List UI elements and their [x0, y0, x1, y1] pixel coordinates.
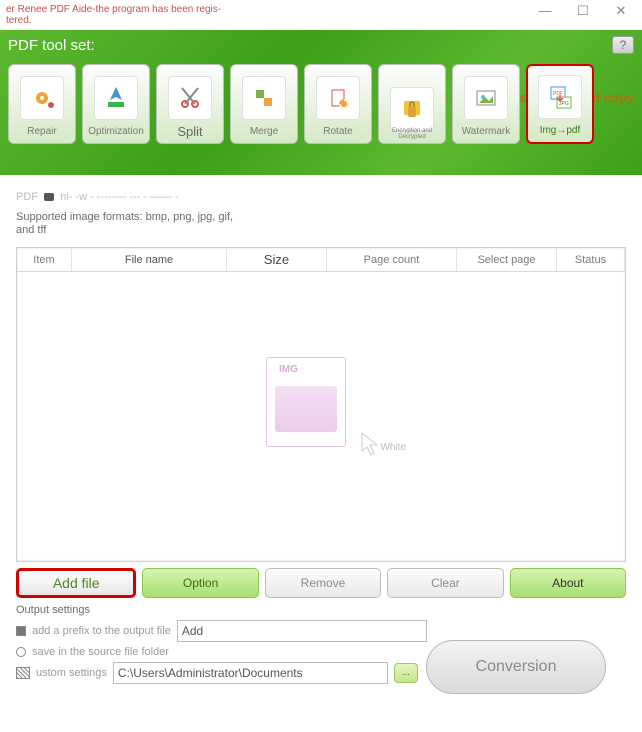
prefix-radio[interactable] [16, 626, 26, 636]
save-source-radio[interactable] [16, 647, 26, 657]
scissors-icon [168, 76, 212, 120]
tool-label: Split [177, 126, 202, 137]
col-selectpage[interactable]: Select page [457, 248, 557, 271]
tool-optimization[interactable]: Optimization [82, 64, 150, 144]
save-source-label: save in the source file folder [32, 646, 169, 658]
tool-label: Rotate [323, 126, 352, 137]
window-title: er Renee PDF Aide-the program has been r… [6, 4, 236, 26]
col-filename[interactable]: File name [72, 248, 227, 271]
tool-watermark[interactable]: Watermark [452, 64, 520, 144]
lock-icon [390, 87, 434, 131]
tool-label: Watermark [462, 126, 511, 137]
prefix-input[interactable] [177, 620, 427, 642]
custom-radio[interactable] [16, 667, 30, 679]
tool-label: Repair [27, 126, 56, 137]
custom-settings-label: ustom settings [36, 667, 107, 679]
tool-label: Merge [250, 126, 278, 137]
drop-zone[interactable]: IMG White [17, 272, 625, 532]
remove-button[interactable]: Remove [265, 568, 381, 598]
tool-lock[interactable]: Encryption and Decrypted [378, 64, 446, 144]
tool-repair[interactable]: Repair [8, 64, 76, 144]
tool-img→pdf[interactable]: PDF JPG Img→pdf [526, 64, 594, 144]
maximize-button[interactable]: ☐ [576, 4, 590, 18]
tool-split[interactable]: Split [156, 64, 224, 144]
imgpdf-icon: PDF JPG [538, 75, 582, 119]
supported-formats: Supported image formats: bmp, png, jpg, … [16, 211, 246, 237]
image-placeholder-icon: IMG [266, 357, 346, 447]
option-button[interactable]: Option [142, 568, 258, 598]
output-settings-label: Output settings [16, 604, 626, 616]
puzzle-icon [242, 76, 286, 120]
browse-button[interactable]: ... [394, 663, 418, 683]
rotate-icon [316, 76, 360, 120]
faded-line: PDF ni- -w - -------- --- - —— - [16, 191, 626, 203]
white-label: White [380, 442, 406, 453]
svg-text:PDF: PDF [553, 91, 563, 97]
svg-text:JPG: JPG [559, 101, 569, 107]
conversion-button[interactable]: Conversion [426, 640, 606, 694]
prefix-label: add a prefix to the output file [32, 625, 171, 637]
tool-rotate[interactable]: Rotate [304, 64, 372, 144]
image-icon [464, 76, 508, 120]
tool-sublabel: Encryption and Decrypted [379, 128, 445, 140]
output-path-input[interactable] [113, 662, 388, 684]
close-button[interactable]: ✕ [614, 4, 628, 18]
col-pagecount[interactable]: Page count [327, 248, 457, 271]
add-file-button[interactable]: Add file [16, 568, 136, 598]
file-table: Item File name Size Page count Select pa… [16, 247, 626, 562]
rocket-icon [94, 76, 138, 120]
help-button[interactable]: ? [612, 36, 634, 54]
about-button[interactable]: About [510, 568, 626, 598]
col-status[interactable]: Status [557, 248, 625, 271]
col-size[interactable]: Size [227, 248, 327, 271]
col-item[interactable]: Item [17, 248, 72, 271]
tool-merge[interactable]: Merge [230, 64, 298, 144]
gear-icon [20, 76, 64, 120]
header-title: PDF tool set: [8, 37, 95, 54]
tool-label: Optimization [88, 126, 144, 137]
clear-button[interactable]: Clear [387, 568, 503, 598]
tool-label: Img→pdf [540, 125, 581, 136]
minimize-button[interactable]: — [538, 4, 552, 18]
